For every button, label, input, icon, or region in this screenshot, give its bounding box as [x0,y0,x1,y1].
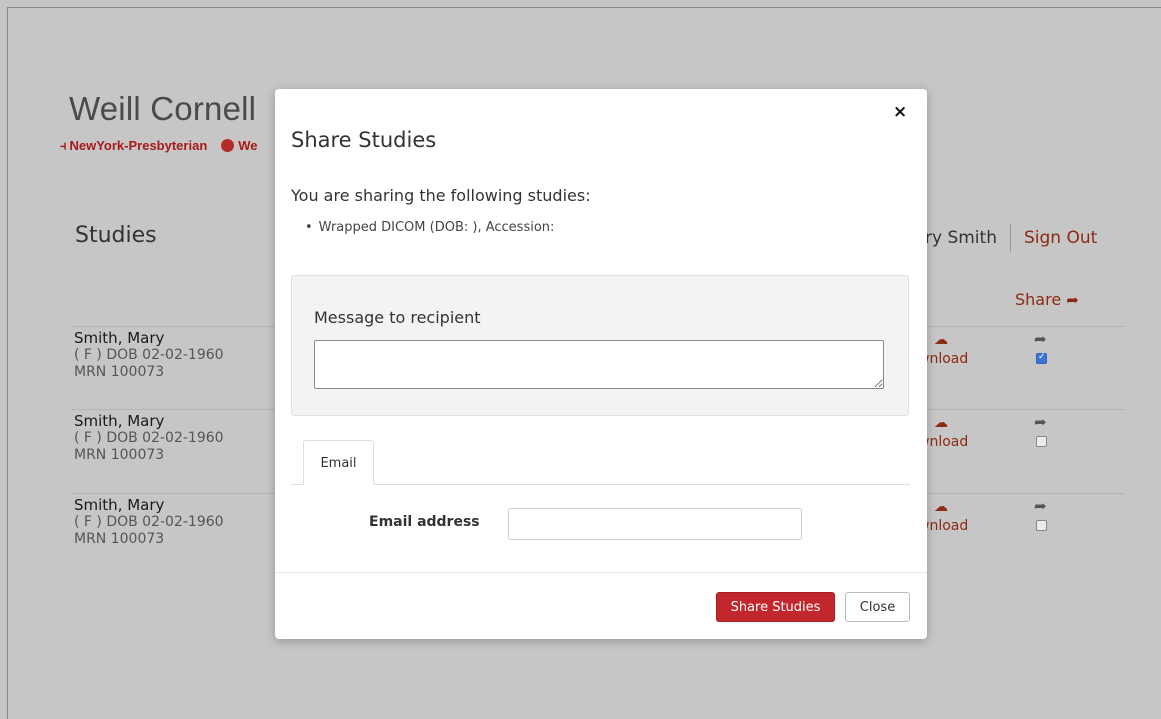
patient-mrn: MRN 100073 [74,364,165,380]
patient-mrn: MRN 100073 [74,447,165,463]
brand-title: Weill Cornell [69,90,257,127]
nav-divider [1010,224,1011,252]
page-title: Studies [75,223,157,248]
share-checkbox[interactable] [1036,352,1047,364]
close-icon[interactable]: × [893,102,907,122]
patient-dob: ( F ) DOB 02-02-1960 [74,514,224,530]
share-arrow-icon[interactable]: ➦ [1034,330,1047,348]
patient-info: Smith, Mary ( F ) DOB 02-02-1960 MRN 100… [74,330,224,381]
patient-mrn: MRN 100073 [74,531,165,547]
shared-study-item: Wrapped DICOM (DOB: ), Accession: [305,220,555,235]
patient-name: Smith, Mary [74,496,165,514]
patient-dob: ( F ) DOB 02-02-1960 [74,347,224,363]
share-studies-button[interactable]: Share Studies [716,592,835,622]
share-header-label: Share [1015,290,1062,309]
user-name: ry Smith [925,228,997,248]
cloud-download-icon[interactable]: ☁ [934,332,948,348]
cloud-download-icon[interactable]: ☁ [934,499,948,515]
seal-icon [221,139,235,152]
share-arrow-icon[interactable]: ➦ [1034,413,1047,431]
brand-subtitle: ⫞ NewYork-Presbyterian We [60,138,258,154]
message-label: Message to recipient [314,308,481,327]
modal-footer-divider [275,572,927,573]
brand-nyp-text: NewYork-Presbyterian [69,138,208,153]
share-studies-modal: × Share Studies You are sharing the foll… [275,89,927,639]
modal-title: Share Studies [291,128,437,152]
share-checkbox[interactable] [1036,436,1047,447]
tabs-divider [291,484,910,485]
nyp-logo-icon: ⫞ [60,138,67,153]
share-arrow-icon: ➦ [1066,291,1079,309]
patient-name: Smith, Mary [74,329,165,347]
close-button[interactable]: Close [845,592,910,622]
share-arrow-icon[interactable]: ➦ [1034,497,1047,515]
brand-cut-text: We [238,138,258,153]
sharing-intro-text: You are sharing the following studies: [291,186,591,205]
share-column-header: Share ➦ [1015,290,1079,309]
patient-name: Smith, Mary [74,412,165,430]
cloud-download-icon[interactable]: ☁ [934,415,948,431]
patient-dob: ( F ) DOB 02-02-1960 [74,430,224,446]
message-panel: Message to recipient [291,275,909,416]
email-address-label: Email address [369,514,480,530]
patient-info: Smith, Mary ( F ) DOB 02-02-1960 MRN 100… [74,413,224,464]
share-checkbox[interactable] [1036,520,1047,531]
patient-info: Smith, Mary ( F ) DOB 02-02-1960 MRN 100… [74,497,224,548]
sign-out-link[interactable]: Sign Out [1024,228,1097,248]
email-address-input[interactable] [508,508,802,540]
tab-email[interactable]: Email [303,440,374,485]
message-textarea[interactable] [314,340,884,389]
